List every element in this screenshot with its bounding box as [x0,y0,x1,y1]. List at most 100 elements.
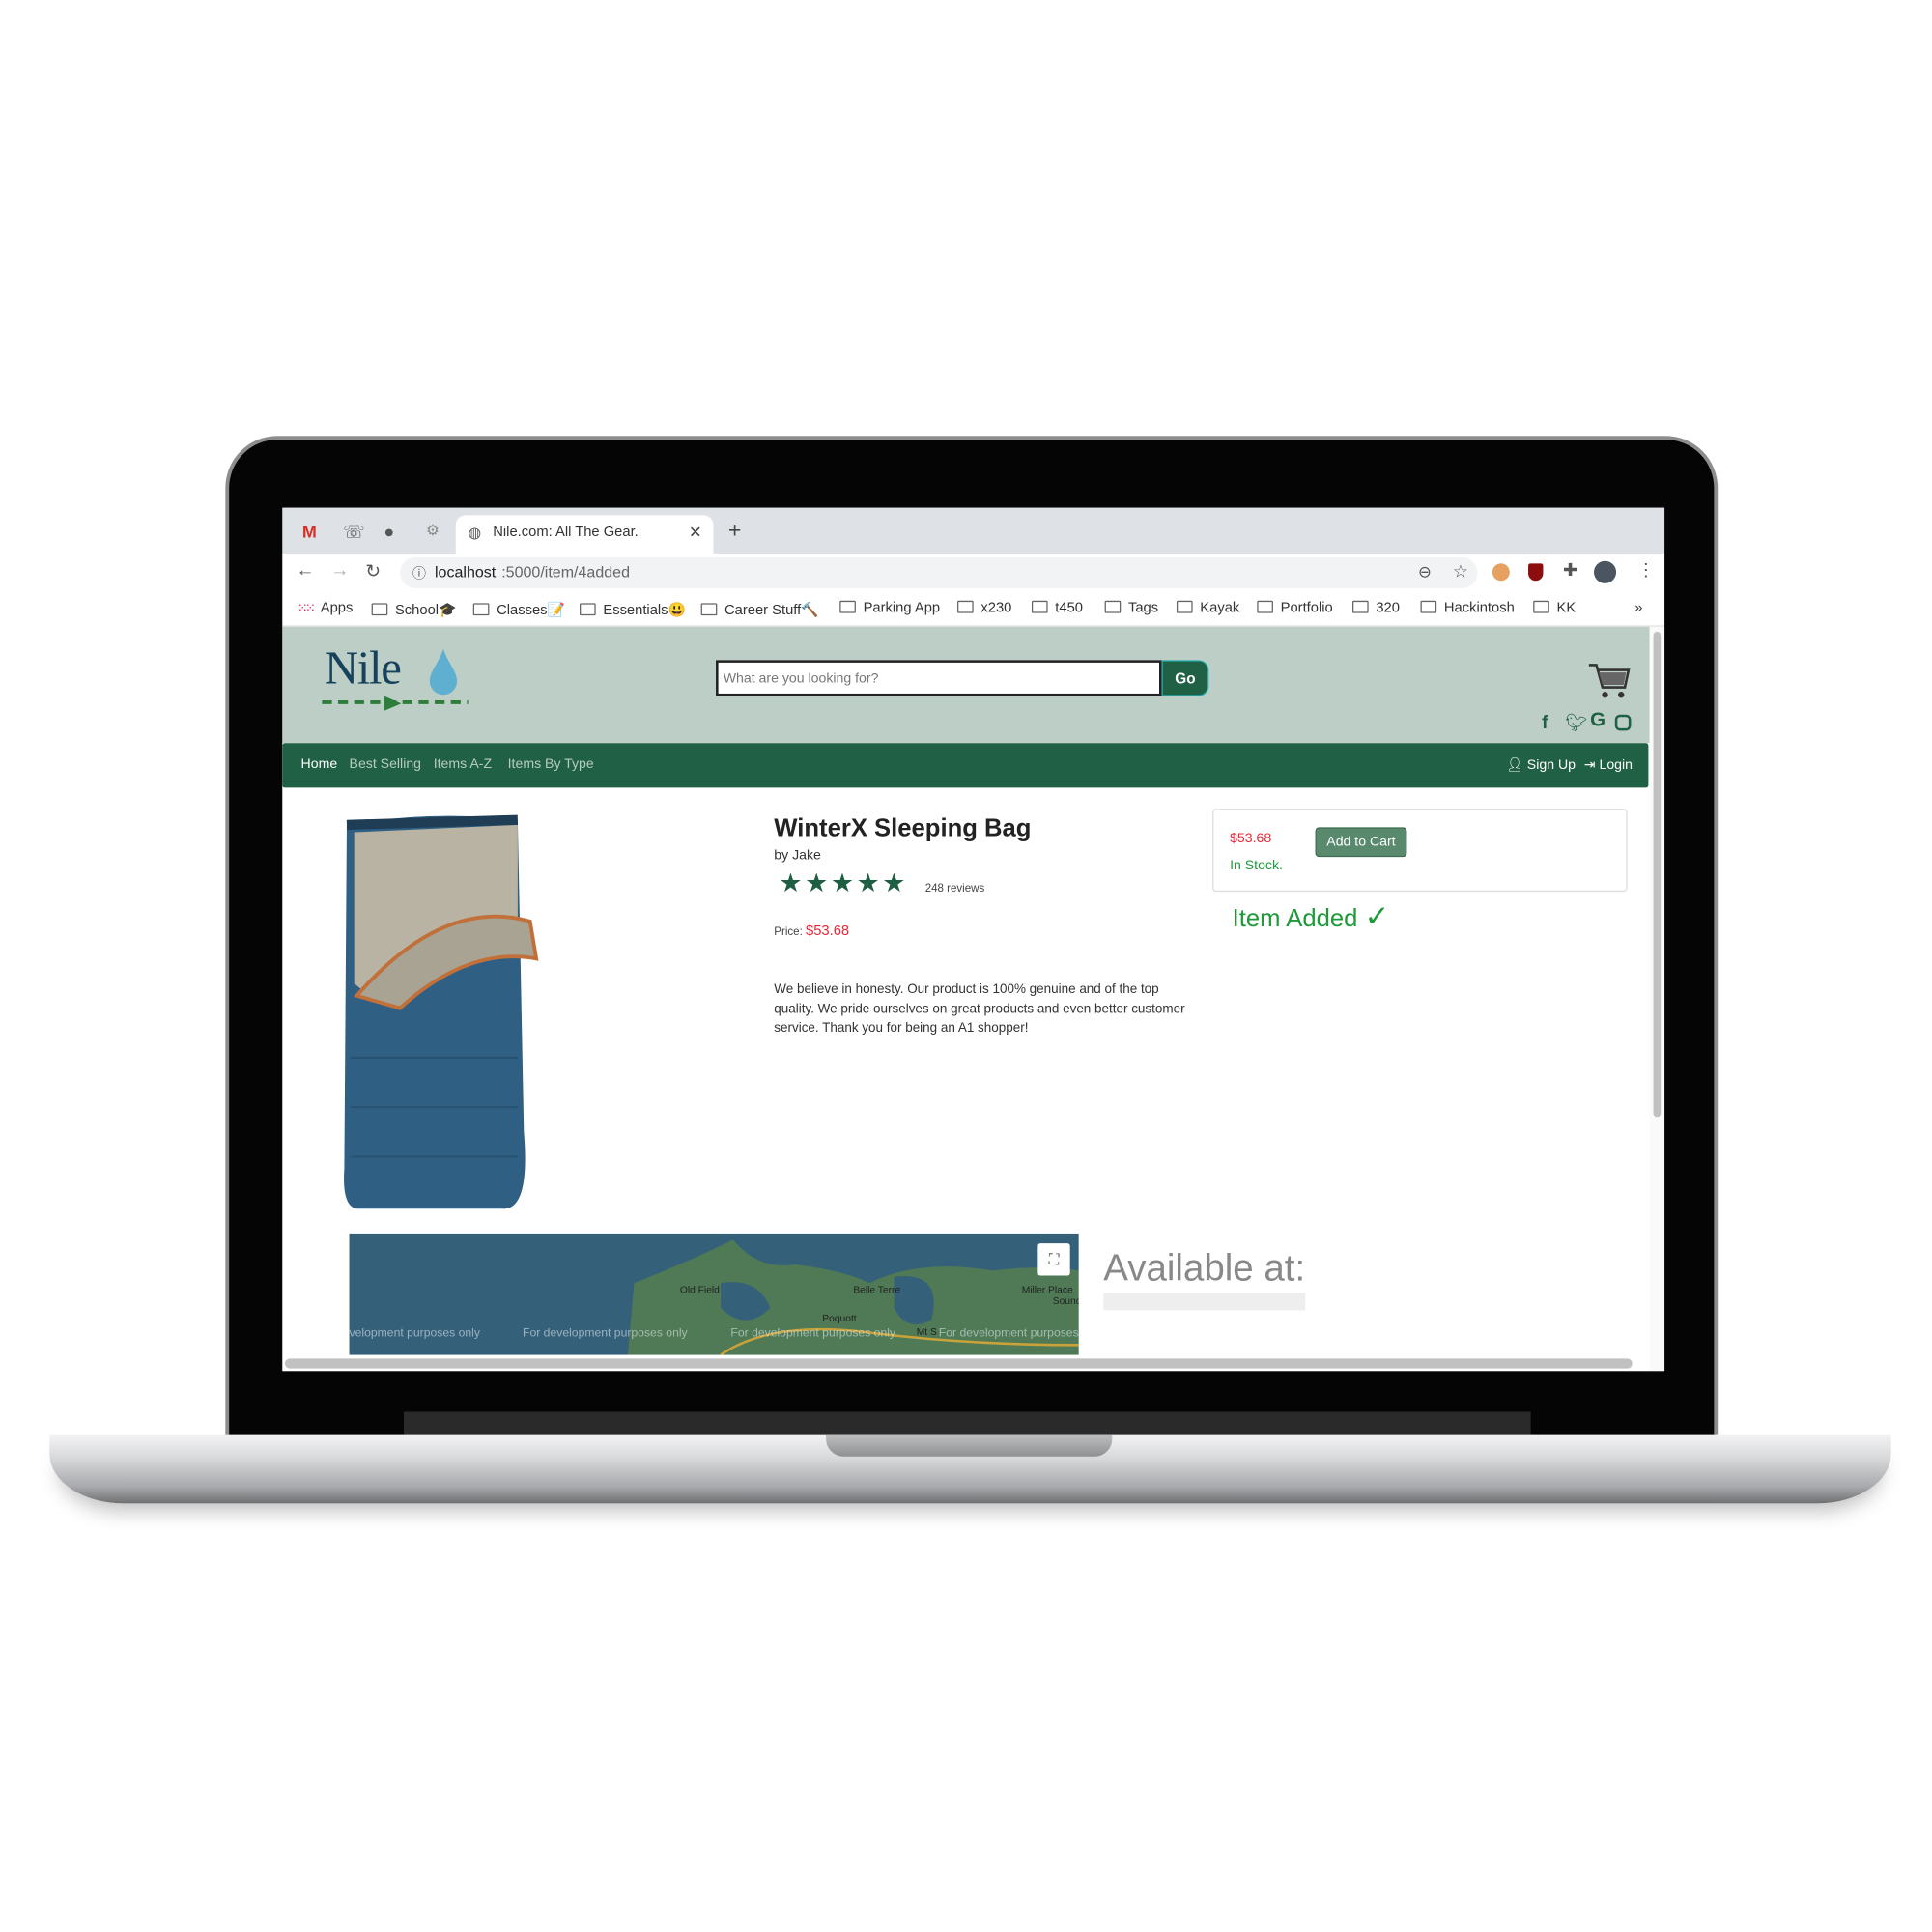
store-list-placeholder [1103,1293,1306,1311]
scroll-thumb[interactable] [1653,631,1662,1118]
user-icon: 👤︎ [1505,757,1523,773]
back-icon[interactable]: ← [296,559,314,581]
tab-active[interactable]: ◍ Nile.com: All The Gear. ✕ [455,515,714,554]
add-to-cart-button[interactable]: Add to Cart [1315,827,1407,858]
checkmark-icon: ✓ [1364,900,1390,934]
bookmark-apps[interactable]: ⁙⁙ Apps [298,601,354,615]
signup-link[interactable]: 👤︎ Sign Up [1506,756,1576,773]
folder-icon [1176,600,1193,613]
star-icon: ★ [856,868,880,898]
site-header: Nile What are you looking for? Go f 🐦︎ G [282,626,1650,744]
star-icon: ★ [779,868,803,898]
star-icon: ★ [882,868,906,898]
bookmark-folder[interactable]: Parking App [839,600,940,615]
tab-title: Nile.com: All The Gear. [493,525,639,540]
bookmark-folder[interactable]: Kayak [1176,600,1239,615]
folder-icon [1104,600,1122,613]
tab-bar: M ☏ ● ⚙ ◍ Nile.com: All The Gear. ✕ + [282,507,1665,554]
search-input[interactable]: What are you looking for? [716,660,1162,696]
star-icon[interactable]: ☆ [1453,561,1468,582]
product-price: $53.68 [806,923,850,939]
github-icon[interactable]: ● [384,522,394,542]
browser-window: M ☏ ● ⚙ ◍ Nile.com: All The Gear. ✕ + ← … [282,507,1665,1372]
product-description: We believe in honesty. Our product is 10… [774,981,1185,1036]
folder-icon [700,603,718,616]
folder-icon [1420,600,1437,613]
product-author: by Jake [774,848,821,864]
new-tab-button[interactable]: + [728,518,741,544]
extensions-puzzle-icon[interactable]: ✚ [1563,559,1577,581]
folder-icon [1351,600,1369,613]
folder-icon [579,603,596,616]
login-link[interactable]: ⇥ Login [1584,756,1633,773]
reload-icon[interactable]: ↻ [365,559,381,582]
dashed-arrow-icon [322,696,469,711]
nav-home[interactable]: Home [301,756,338,771]
extension-face-icon[interactable] [1492,563,1510,582]
web-page: Nile What are you looking for? Go f 🐦︎ G… [282,626,1650,1372]
bookmark-folder[interactable]: School🎓 [371,601,456,618]
close-tab-icon[interactable]: ✕ [689,523,702,543]
folder-icon [839,600,856,613]
url-host: localhost [434,563,497,582]
settings-icon[interactable]: ⚙ [426,522,440,539]
cart-icon[interactable] [1586,662,1631,701]
nav-items-a-z[interactable]: Items A-Z [434,756,492,771]
bookmark-folder[interactable]: Hackintosh [1420,600,1515,615]
review-count[interactable]: 248 reviews [925,882,985,895]
folder-icon [1533,600,1549,613]
bookmark-folder[interactable]: t450 [1031,600,1083,615]
google-icon[interactable]: G [1590,710,1605,732]
login-icon: ⇥ [1583,757,1596,773]
buy-box: $53.68 Add to Cart In Stock. [1212,809,1628,893]
store-map[interactable]: Old Field Belle Terre Miller Place Poquo… [349,1233,1079,1355]
menu-icon[interactable]: ⋮ [1637,559,1655,581]
folder-icon [957,600,974,613]
phone-icon[interactable]: ☏ [343,522,364,543]
bookmark-folder[interactable]: Essentials😃 [579,601,686,618]
profile-avatar[interactable] [1593,560,1617,583]
laptop-notch [826,1434,1113,1457]
water-drop-icon [429,648,458,696]
bookmark-folder[interactable]: Career Stuff🔨 [700,601,819,618]
folder-icon [1031,600,1048,613]
twitter-icon[interactable]: 🐦︎ [1566,712,1588,733]
url-field[interactable]: ⓘ localhost :5000/item/4added ⊖ ☆ [400,556,1478,588]
available-at-heading: Available at: [1103,1248,1306,1290]
nav-best-selling[interactable]: Best Selling [350,756,421,771]
zoom-icon[interactable]: ⊖ [1418,562,1432,582]
fullscreen-icon[interactable]: ⛶ [1037,1243,1070,1276]
bookmarks-bar: ⁙⁙ Apps School🎓 Classes📝 Essentials😃 Care… [282,590,1665,627]
facebook-icon[interactable]: f [1542,712,1548,733]
stock-status: In Stock. [1230,858,1283,873]
info-icon[interactable]: ⓘ [412,563,426,583]
bookmark-folder[interactable]: Tags [1104,600,1158,615]
star-icon: ★ [830,868,854,898]
star-icon: ★ [805,868,829,898]
bookmark-folder[interactable]: x230 [957,600,1011,615]
globe-icon: ◍ [468,524,482,542]
instagram-icon[interactable] [1614,714,1632,731]
address-bar-row: ← → ↻ ⓘ localhost :5000/item/4added ⊖ ☆ … [282,554,1665,591]
url-path: :5000/item/4added [501,563,631,582]
rating-stars: ★ ★ ★ ★ ★ [779,868,908,899]
nile-logo[interactable]: Nile [320,641,474,711]
folder-icon [472,603,490,616]
folder-icon [1257,600,1273,613]
bookmark-folder[interactable]: KK [1533,600,1576,615]
apps-grid-icon: ⁙⁙ [297,602,316,616]
vertical-scrollbar[interactable] [1649,626,1665,1372]
bookmark-folder[interactable]: Classes📝 [472,601,565,618]
gmail-icon[interactable]: M [302,522,317,542]
bookmark-folder[interactable]: 320 [1351,600,1400,615]
price-row: Price: $53.68 [774,923,850,939]
ublock-icon[interactable] [1528,563,1544,582]
bookmark-folder[interactable]: Portfolio [1257,600,1333,615]
bookmarks-overflow[interactable]: » [1634,601,1642,615]
product-image [344,814,539,1209]
product-title: WinterX Sleeping Bag [774,814,1032,842]
nav-items-by-type[interactable]: Items By Type [508,756,594,771]
forward-icon[interactable]: → [330,559,349,581]
search-go-button[interactable]: Go [1161,660,1209,696]
horizontal-scrollbar[interactable] [284,1358,1633,1369]
